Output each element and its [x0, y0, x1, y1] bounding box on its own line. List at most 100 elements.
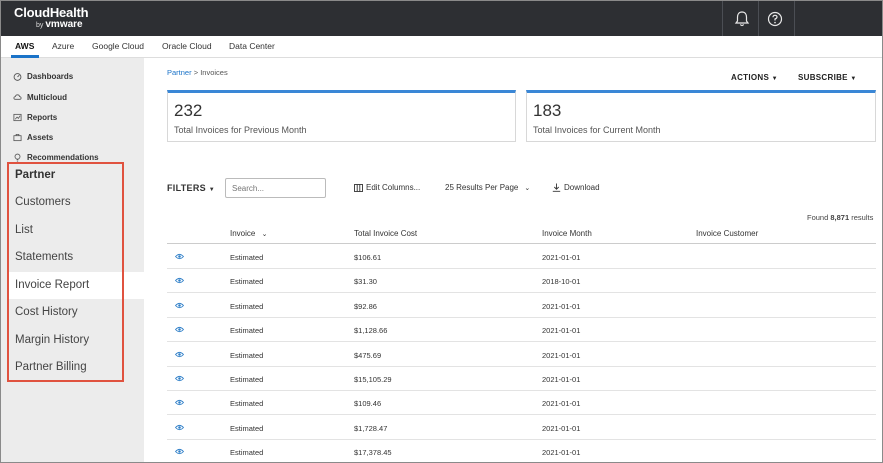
- sidebar-item-label: Dashboards: [27, 72, 74, 81]
- logo-vendor: vmware: [45, 19, 83, 30]
- sidebar-item-recommendations[interactable]: Recommendations: [13, 153, 99, 162]
- partner-menu-highlight-box: [7, 162, 124, 382]
- tab-oracle-cloud[interactable]: Oracle Cloud: [162, 41, 212, 51]
- edit-columns-button[interactable]: Edit Columns...: [354, 183, 420, 192]
- search-input[interactable]: [225, 178, 326, 198]
- column-header-total-invoice-cost[interactable]: Total Invoice Cost: [354, 229, 417, 238]
- sidebar-item-reports[interactable]: Reports: [13, 113, 57, 122]
- card-value: 232: [174, 101, 203, 120]
- multicloud-icon: [13, 94, 22, 100]
- cell-invoice-month: 2021-01-01: [542, 423, 581, 433]
- bell-icon[interactable]: [732, 9, 752, 29]
- download-button[interactable]: Download: [552, 183, 600, 192]
- eye-icon[interactable]: [175, 302, 184, 309]
- table-row[interactable]: Estimated $17,378.45 2021-01-01: [167, 440, 876, 462]
- help-icon[interactable]: [765, 9, 785, 29]
- sidebar-item-assets[interactable]: Assets: [13, 133, 53, 142]
- recommendations-icon: [14, 153, 21, 162]
- table-header: Invoice ⌄ Total Invoice Cost Invoice Mon…: [167, 223, 876, 244]
- results-number: 8,871: [830, 213, 850, 222]
- cloud-tabs: AWS Azure Google Cloud Oracle Cloud Data…: [1, 36, 882, 58]
- table-row[interactable]: Estimated $15,105.29 2021-01-01: [167, 367, 876, 391]
- edit-columns-label: Edit Columns...: [366, 183, 421, 192]
- breadcrumb-current: Invoices: [200, 68, 228, 77]
- sidebar-item-label: Multicloud: [27, 93, 67, 102]
- column-label: Invoice: [230, 229, 256, 238]
- columns-icon: [354, 183, 363, 192]
- cell-invoice: Estimated: [230, 399, 264, 409]
- sidebar-item-label: Assets: [27, 133, 54, 142]
- subscribe-dropdown[interactable]: SUBSCRIBE ▼: [798, 73, 857, 82]
- caret-down-icon: ▼: [771, 76, 778, 82]
- column-header-invoice-customer[interactable]: Invoice Customer: [696, 229, 758, 238]
- cell-total-invoice-cost: $1,728.47: [354, 423, 388, 433]
- cell-invoice: Estimated: [230, 423, 264, 433]
- download-icon: [552, 183, 561, 192]
- eye-icon[interactable]: [175, 326, 184, 333]
- sidebar-item-label: Recommendations: [27, 153, 99, 162]
- breadcrumb-partner-link[interactable]: Partner: [167, 68, 192, 77]
- caret-down-icon: ▼: [850, 76, 857, 82]
- sidebar-item-multicloud[interactable]: Multicloud: [13, 93, 67, 102]
- actions-dropdown[interactable]: ACTIONS ▼: [731, 73, 778, 82]
- eye-icon[interactable]: [175, 424, 184, 431]
- cell-invoice-month: 2021-01-01: [542, 399, 581, 409]
- table-row[interactable]: Estimated $1,128.66 2021-01-01: [167, 318, 876, 343]
- table-row[interactable]: Estimated $1,728.47 2021-01-01: [167, 416, 876, 440]
- eye-icon[interactable]: [175, 277, 184, 284]
- filters-label: FILTERS: [167, 183, 206, 193]
- column-header-invoice-month[interactable]: Invoice Month: [542, 229, 592, 238]
- topbar-divider: [794, 1, 795, 36]
- cell-invoice: Estimated: [230, 448, 264, 458]
- table-row[interactable]: Estimated $92.86 2021-01-01: [167, 294, 876, 318]
- cell-invoice-month: 2021-01-01: [542, 253, 581, 262]
- sidebar: Dashboards Multicloud Reports Assets Rec…: [1, 58, 144, 462]
- logo-text: CloudHealth: [14, 5, 89, 20]
- cell-invoice-month: 2021-01-01: [542, 326, 581, 336]
- table-row[interactable]: Estimated $31.30 2018-10-01: [167, 269, 876, 294]
- topbar-divider: [722, 1, 723, 36]
- table-row[interactable]: Estimated $109.46 2021-01-01: [167, 391, 876, 416]
- logo-by: by: [36, 22, 44, 29]
- cell-invoice-month: 2018-10-01: [542, 277, 581, 287]
- cell-invoice-month: 2021-01-01: [542, 350, 581, 360]
- tab-azure[interactable]: Azure: [52, 41, 74, 51]
- sidebar-item-label: Reports: [27, 113, 58, 122]
- cell-total-invoice-cost: $106.61: [354, 253, 382, 262]
- subscribe-label: SUBSCRIBE: [798, 73, 848, 82]
- eye-icon[interactable]: [175, 399, 184, 406]
- reports-icon: [13, 113, 22, 122]
- breadcrumb-separator: >: [193, 68, 199, 77]
- tab-google-cloud[interactable]: Google Cloud: [92, 41, 144, 51]
- filters-dropdown[interactable]: FILTERS ▼: [167, 183, 215, 193]
- eye-icon[interactable]: [175, 351, 184, 358]
- results-per-page-select[interactable]: 25 Results Per Page ⌄: [445, 183, 530, 192]
- download-label: Download: [564, 183, 600, 192]
- column-header-invoice[interactable]: Invoice ⌄: [230, 229, 267, 238]
- cell-invoice: Estimated: [230, 277, 264, 287]
- cell-invoice-month: 2021-01-01: [542, 375, 581, 384]
- eye-icon[interactable]: [175, 375, 184, 382]
- table-row[interactable]: Estimated $475.69 2021-01-01: [167, 343, 876, 367]
- table-row[interactable]: Estimated $106.61 2021-01-01: [167, 245, 876, 269]
- results-per-page-label: 25 Results Per Page: [445, 183, 519, 192]
- cell-invoice-month: 2021-01-01: [542, 301, 581, 311]
- cell-total-invoice-cost: $15,105.29: [354, 375, 392, 384]
- cell-total-invoice-cost: $475.69: [354, 350, 382, 360]
- results-suffix: results: [851, 213, 874, 222]
- cell-invoice: Estimated: [230, 350, 264, 360]
- cell-invoice: Estimated: [230, 301, 264, 311]
- eye-icon[interactable]: [175, 448, 184, 455]
- card-value: 183: [533, 101, 562, 120]
- card-label: Total Invoices for Current Month: [533, 125, 661, 135]
- sidebar-item-dashboards[interactable]: Dashboards: [13, 72, 73, 81]
- results-prefix: Found: [807, 213, 829, 222]
- eye-icon[interactable]: [175, 253, 184, 260]
- cell-total-invoice-cost: $1,128.66: [354, 326, 388, 336]
- card-label: Total Invoices for Previous Month: [174, 125, 307, 135]
- cloudhealth-logo[interactable]: CloudHealth by vmware: [14, 5, 89, 30]
- cell-invoice: Estimated: [230, 326, 264, 336]
- tab-data-center[interactable]: Data Center: [229, 41, 275, 51]
- results-count: Found 8,871 results: [807, 213, 873, 222]
- tab-aws[interactable]: AWS: [15, 41, 34, 51]
